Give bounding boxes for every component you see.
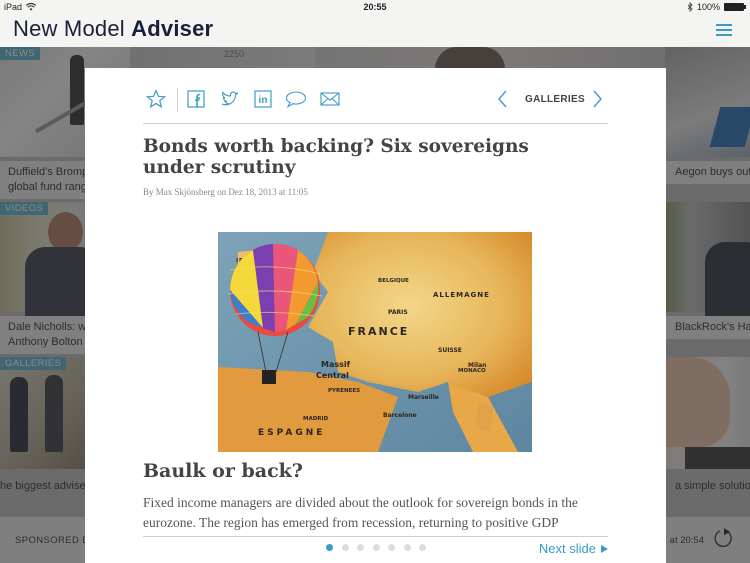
twitter-icon[interactable] — [219, 88, 241, 110]
map-illustration: FRANCE Massif Central PARIS ALLEMAGNE ES… — [218, 232, 532, 452]
clock: 20:55 — [363, 2, 387, 12]
next-arrow-icon[interactable] — [590, 89, 604, 109]
map-label-france: FRANCE — [348, 325, 409, 338]
map-label-barcelone: Barcelone — [383, 412, 417, 419]
play-triangle-icon — [601, 544, 608, 553]
section-label: GALLERIES — [525, 94, 585, 105]
article-modal: in GALLERIES Bonds worth backing? Six so… — [85, 68, 666, 563]
pagination-dot[interactable] — [326, 544, 333, 551]
linkedin-icon[interactable]: in — [252, 88, 274, 110]
footer-divider-line — [143, 536, 608, 537]
comment-icon[interactable] — [285, 88, 307, 110]
map-label-suisse: SUISSE — [438, 347, 462, 354]
map-label-pyrenees: PYRENEES — [328, 388, 360, 394]
map-label-marseille: Marseille — [408, 394, 439, 401]
battery-percent: 100% — [696, 2, 720, 12]
pagination-dot[interactable] — [419, 544, 426, 551]
map-label-milan: Milan — [468, 362, 486, 369]
status-bar: iPad 20:55 100% — [0, 0, 750, 16]
share-toolbar: in GALLERIES — [143, 88, 608, 114]
facebook-icon[interactable] — [185, 88, 207, 110]
toolbar-divider-line — [143, 123, 608, 124]
pagination-dot[interactable] — [341, 544, 349, 551]
next-slide-label: Next slide — [538, 541, 596, 556]
next-slide-button[interactable]: Next slide — [539, 541, 608, 556]
map-label-espagne: ESPAGNE — [258, 428, 325, 438]
map-label-central: Central — [316, 371, 349, 380]
bluetooth-icon — [687, 2, 693, 12]
article-title: Bonds worth backing? Six sovereigns unde… — [143, 136, 529, 178]
map-label-paris: PARIS — [388, 309, 408, 316]
pagination-dot[interactable] — [388, 544, 395, 551]
pagination-dot[interactable] — [357, 544, 364, 551]
hamburger-menu-icon[interactable] — [716, 24, 732, 36]
toolbar-divider — [177, 88, 178, 112]
svg-text:in: in — [259, 95, 268, 106]
map-label-belgique: BELGIQUE — [378, 278, 409, 284]
map-label-allemagne: ALLEMAGNE — [433, 291, 490, 299]
article-byline: By Max Skjönsberg on Dez 18, 2013 at 11:… — [143, 187, 308, 197]
star-icon[interactable] — [145, 88, 167, 110]
article-image[interactable]: FRANCE Massif Central PARIS ALLEMAGNE ES… — [218, 232, 532, 452]
app-header: New Model Adviser — [0, 16, 750, 47]
slide-subheading: Baulk or back? — [143, 460, 303, 482]
map-label-massif: Massif — [321, 360, 351, 369]
email-icon[interactable] — [319, 88, 341, 110]
battery-icon — [724, 3, 746, 11]
pagination-dot[interactable] — [372, 544, 380, 551]
previous-arrow-icon[interactable] — [496, 89, 510, 109]
map-label-madrid: MADRID — [303, 416, 329, 422]
pagination-dot[interactable] — [403, 544, 411, 551]
app-logo[interactable]: New Model Adviser — [13, 16, 213, 42]
slide-body: Fixed income managers are divided about … — [143, 495, 578, 530]
slide-pagination — [326, 544, 426, 551]
